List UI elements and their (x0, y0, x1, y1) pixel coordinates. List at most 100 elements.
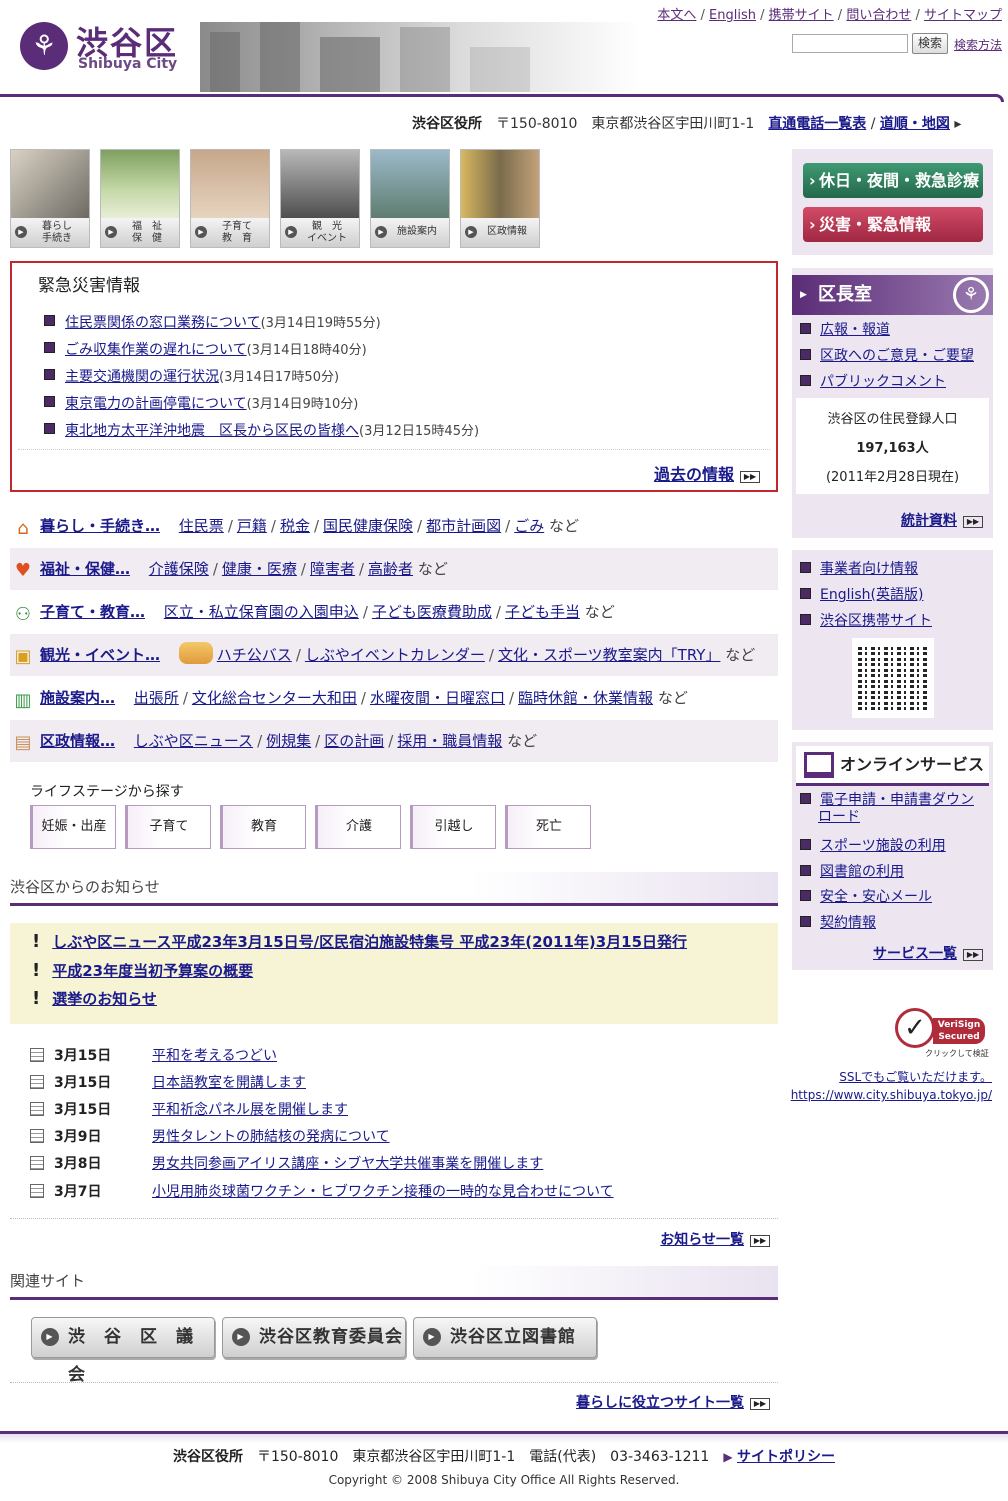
row-link[interactable]: しぶや区ニュース (134, 732, 253, 750)
stage-care[interactable]: 介護 (315, 805, 401, 849)
emergency-link[interactable]: 東京電力の計画停電について (65, 396, 247, 412)
row-link[interactable]: 税金 (280, 517, 310, 535)
online-link[interactable]: 図書館の利用 (800, 861, 904, 881)
row-link[interactable]: 採用・職員情報 (397, 732, 502, 750)
highlight-link[interactable]: 平成23年度当初予算案の概要 (52, 962, 253, 980)
category-button-living[interactable]: 暮らし 手続き (10, 149, 90, 248)
search-button[interactable]: 検索 (912, 33, 948, 54)
mayor-link[interactable]: パブリックコメント (800, 371, 946, 391)
english-link[interactable]: English(英語版) (800, 584, 923, 604)
phone-list-link[interactable]: 直通電話一覧表 (768, 116, 866, 132)
row-heading[interactable]: 区政情報… (40, 732, 115, 750)
related-more-label[interactable]: 暮らしに役立つサイト一覧 (576, 1395, 744, 1411)
row-link[interactable]: しぶやイベントカレンダー (305, 646, 485, 664)
news-link[interactable]: 小児用肺炎球菌ワクチン・ヒブワクチン接種の一時的な見合わせについて (152, 1184, 614, 1200)
row-link[interactable]: 文化・スポーツ教室案内「TRY」 (498, 646, 721, 664)
emergency-link[interactable]: 住民票関係の窓口業務について (65, 315, 261, 331)
row-heading[interactable]: 福祉・保健… (40, 560, 130, 578)
toplink-sitemap[interactable]: サイトマップ (924, 8, 1002, 23)
search-input[interactable] (792, 34, 908, 53)
past-info-label[interactable]: 過去の情報 (654, 465, 734, 484)
toplink-main[interactable]: 本文へ (657, 8, 696, 23)
row-heading[interactable]: 暮らし・手続き… (40, 517, 160, 535)
search-help-link[interactable]: 検索方法 (954, 36, 1002, 53)
row-link[interactable]: 出張所 (134, 689, 179, 707)
emergency-link[interactable]: 東北地方太平洋沖地震 区長から区民の皆様へ (65, 423, 359, 439)
site-logo[interactable]: ⚘ 渋谷区 Shibuya City (20, 18, 190, 76)
row-link[interactable]: 介護保険 (149, 560, 209, 578)
row-link[interactable]: 健康・医療 (222, 560, 297, 578)
row-link[interactable]: 住民票 (179, 517, 224, 535)
category-button-welfare[interactable]: 福 祉 保 健 (100, 149, 180, 248)
related-button-council[interactable]: 渋 谷 区 議 会 (31, 1317, 215, 1385)
verisign-seal[interactable]: ✓ VeriSign Secured クリックして検証 (893, 1006, 993, 1058)
news-link[interactable]: 男女共同参画アイリス講座・シブヤ大学共催事業を開催します (152, 1156, 543, 1172)
news-item: 3月7日 小児用肺炎球菌ワクチン・ヒブワクチン接種の一時的な見合わせについて (30, 1181, 614, 1201)
row-link[interactable]: 例規集 (266, 732, 311, 750)
row-link[interactable]: 臨時休館・休業情報 (518, 689, 653, 707)
stats-label[interactable]: 統計資料 (901, 513, 957, 529)
row-link[interactable]: 高齢者 (368, 560, 413, 578)
document-icon (30, 1048, 44, 1062)
notices-more-link[interactable]: お知らせ一覧 ▶▶ (660, 1229, 770, 1249)
news-link[interactable]: 男性タレントの肺結核の発病について (152, 1129, 390, 1145)
category-button-facilities[interactable]: 施設案内 (370, 149, 450, 248)
toplink-contact[interactable]: 問い合わせ (846, 8, 911, 23)
row-link[interactable]: ハチ公バス (217, 646, 292, 664)
holiday-clinic-button[interactable]: 休日・夜間・救急診療 (803, 163, 983, 198)
service-list-label[interactable]: サービス一覧 (873, 946, 957, 962)
related-button-education-board[interactable]: 渋谷区教育委員会 (222, 1317, 406, 1358)
row-link[interactable]: 子ども医療費助成 (372, 603, 492, 621)
notices-more-label[interactable]: お知らせ一覧 (660, 1232, 744, 1248)
related-button-library[interactable]: 渋谷区立図書館 (413, 1317, 597, 1358)
row-link[interactable]: 障害者 (310, 560, 355, 578)
online-link[interactable]: スポーツ施設の利用 (800, 835, 946, 855)
site-policy-link[interactable]: サイトポリシー (737, 1449, 835, 1465)
row-link[interactable]: ごみ (514, 517, 544, 535)
online-link[interactable]: 電子申請・申請書ダウンロード (800, 792, 980, 826)
row-link[interactable]: 区立・私立保育園の入園申込 (164, 603, 359, 621)
disaster-info-button[interactable]: 災害・緊急情報 (803, 207, 983, 242)
past-info-link[interactable]: 過去の情報 ▶▶ (654, 461, 760, 485)
stage-death[interactable]: 死亡 (505, 805, 591, 849)
mobile-site-link[interactable]: 渋谷区携帯サイト (800, 610, 932, 630)
mayor-link[interactable]: 区政へのご意見・ご要望 (800, 345, 974, 365)
toplink-mobile[interactable]: 携帯サイト (769, 8, 834, 23)
mayor-link[interactable]: 広報・報道 (800, 319, 890, 339)
row-link[interactable]: 子ども手当 (505, 603, 580, 621)
category-button-tourism[interactable]: 観 光 イベント (280, 149, 360, 248)
row-link[interactable]: 水曜夜間・日曜窓口 (370, 689, 505, 707)
news-link[interactable]: 平和祈念パネル展を開催します (152, 1102, 348, 1118)
stage-pregnancy[interactable]: 妊娠・出産 (30, 805, 116, 849)
online-link[interactable]: 契約情報 (800, 912, 876, 932)
ssl-url-link[interactable]: https://www.city.shibuya.tokyo.jp/ (791, 1088, 992, 1102)
stats-link[interactable]: 統計資料 ▶▶ (901, 510, 983, 530)
row-link[interactable]: 国民健康保険 (323, 517, 413, 535)
highlight-link[interactable]: 選挙のお知らせ (52, 990, 157, 1008)
stage-education[interactable]: 教育 (220, 805, 306, 849)
toplink-english[interactable]: English (709, 8, 756, 23)
emergency-link[interactable]: ごみ収集作業の遅れについて (65, 342, 247, 358)
business-link[interactable]: 事業者向け情報 (800, 558, 918, 578)
row-heading[interactable]: 子育て・教育… (40, 603, 145, 621)
row-heading[interactable]: 観光・イベント… (40, 646, 160, 664)
emergency-link[interactable]: 主要交通機関の運行状況 (65, 369, 219, 385)
stage-childcare[interactable]: 子育て (125, 805, 211, 849)
service-list-link[interactable]: サービス一覧 ▶▶ (873, 943, 983, 963)
row-link[interactable]: 区の計画 (324, 732, 384, 750)
ssl-link[interactable]: SSLでもご覧いただけます。 (839, 1068, 992, 1085)
highlight-link[interactable]: しぶや区ニュース平成23年3月15日号/区民宿泊施設特集号 平成23年(2011… (52, 933, 687, 951)
row-link[interactable]: 文化総合センター大和田 (192, 689, 357, 707)
emergency-info-box: 緊急災害情報 住民票関係の窓口業務について(3月14日19時55分) ごみ収集作… (10, 261, 778, 492)
row-link[interactable]: 都市計画図 (426, 517, 501, 535)
category-button-government[interactable]: 区政情報 (460, 149, 540, 248)
news-link[interactable]: 日本語教室を開講します (152, 1075, 306, 1091)
row-link[interactable]: 戸籍 (237, 517, 267, 535)
row-heading[interactable]: 施設案内… (40, 689, 115, 707)
category-button-childcare[interactable]: 子育て 教 育 (190, 149, 270, 248)
stage-moving[interactable]: 引越し (410, 805, 496, 849)
map-link[interactable]: 道順・地図 (880, 116, 950, 132)
related-more-link[interactable]: 暮らしに役立つサイト一覧 ▶▶ (576, 1392, 770, 1412)
news-link[interactable]: 平和を考えるつどい (152, 1048, 277, 1064)
online-link[interactable]: 安全・安心メール (800, 886, 932, 906)
